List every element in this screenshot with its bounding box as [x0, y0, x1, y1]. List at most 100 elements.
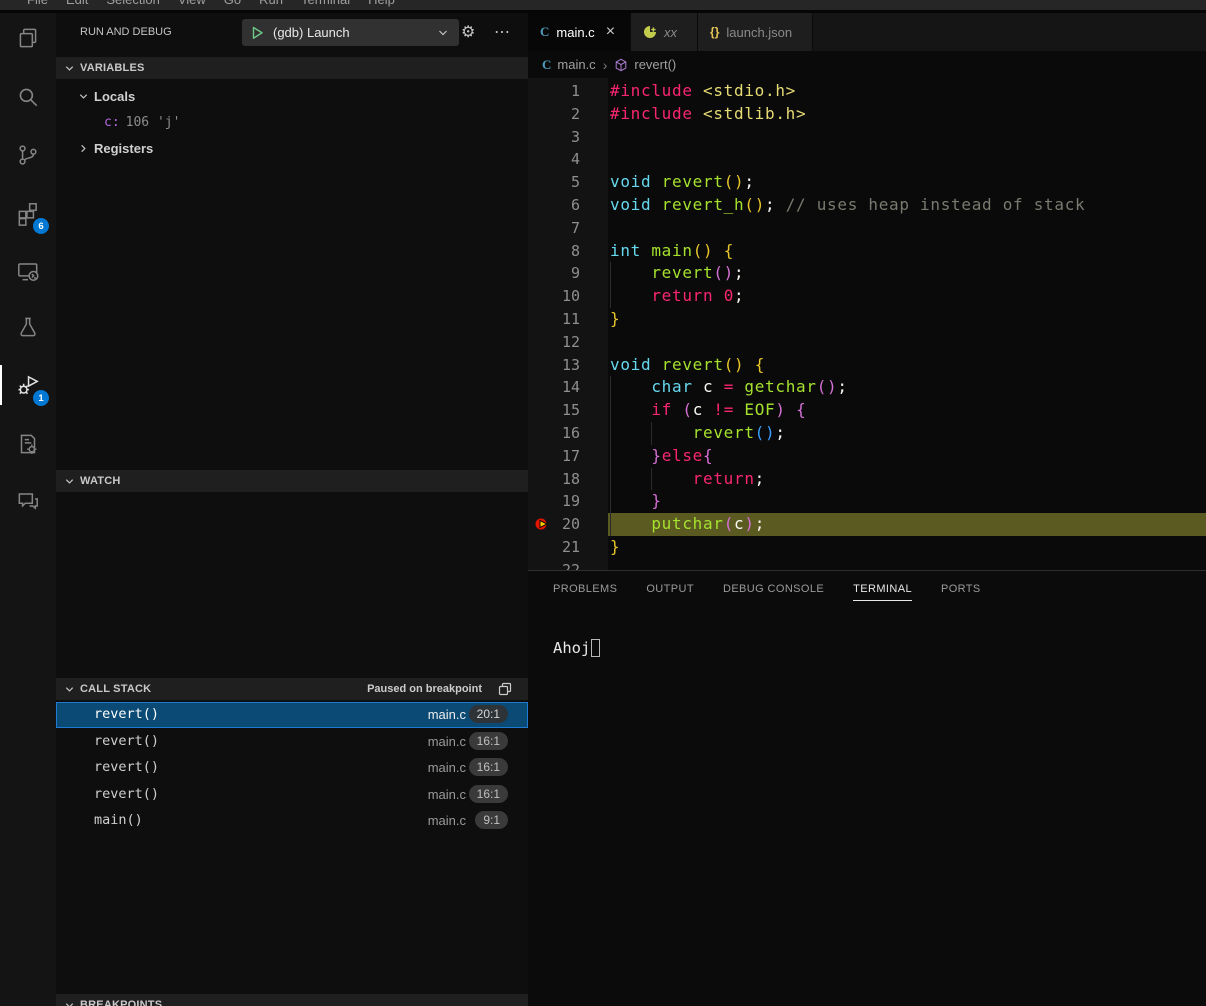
code-text: } — [610, 308, 620, 331]
gear-icon[interactable]: ⚙ — [461, 19, 475, 46]
line-number: 9 — [528, 262, 580, 285]
call-stack-frame[interactable]: revert()main.c16:1 — [56, 729, 528, 755]
code-line-17[interactable]: 17 }else{ — [528, 445, 1206, 468]
breadcrumb-file-label: main.c — [557, 57, 595, 72]
code-text: return 0; — [610, 285, 744, 308]
tab-xx[interactable]: xx — [631, 13, 698, 51]
panel-tab-problems[interactable]: PROBLEMS — [553, 583, 617, 601]
breadcrumb-symbol-label: revert() — [634, 57, 676, 72]
call-stack-section-header[interactable]: CALL STACK Paused on breakpoint — [56, 678, 528, 700]
code-line-21[interactable]: 21} — [528, 536, 1206, 559]
watch-section-header[interactable]: WATCH — [56, 470, 528, 492]
code-line-6[interactable]: 6void revert_h(); // uses heap instead o… — [528, 194, 1206, 217]
source-control-icon — [15, 142, 41, 168]
variable-row[interactable]: c: 106 'j' — [56, 109, 528, 135]
sidebar-item-remote-explorer[interactable] — [0, 247, 56, 295]
breadcrumb-separator: › — [603, 57, 608, 73]
code-line-5[interactable]: 5void revert(); — [528, 171, 1206, 194]
panel-tab-ports[interactable]: PORTS — [941, 583, 981, 601]
line-number: 21 — [528, 536, 580, 559]
code-line-18[interactable]: 18 return; — [528, 468, 1206, 491]
tab-main.c[interactable]: Cmain.c× — [528, 13, 631, 51]
tab-label: xx — [664, 25, 677, 40]
menu-file[interactable]: File — [18, 0, 57, 9]
code-line-19[interactable]: 19 } — [528, 490, 1206, 513]
call-stack-frame[interactable]: revert()main.c16:1 — [56, 755, 528, 781]
code-line-2[interactable]: 2#include <stdlib.h> — [528, 103, 1206, 126]
locals-tree-item[interactable]: Locals — [56, 83, 528, 109]
line-number: 2 — [528, 103, 580, 126]
more-actions-icon[interactable]: ⋯ — [494, 19, 510, 46]
panel-tab-terminal[interactable]: TERMINAL — [853, 583, 912, 601]
code-line-11[interactable]: 11} — [528, 308, 1206, 331]
menu-help[interactable]: Help — [359, 0, 404, 9]
menu-run[interactable]: Run — [250, 0, 292, 9]
sidebar-item-source-control[interactable] — [0, 131, 56, 179]
menu-edit[interactable]: Edit — [57, 0, 97, 9]
code-line-10[interactable]: 10 return 0; — [528, 285, 1206, 308]
line-number: 4 — [528, 148, 580, 171]
code-text: void revert_h(); // uses heap instead of… — [610, 194, 1085, 217]
call-stack-frame[interactable]: revert()main.c20:1 — [56, 702, 528, 728]
breakpoints-header-label: BREAKPOINTS — [80, 999, 162, 1006]
variables-section-header[interactable]: VARIABLES — [56, 57, 528, 79]
breadcrumb-symbol[interactable]: revert() — [614, 57, 676, 72]
launch-config-dropdown[interactable]: (gdb) Launch — [242, 19, 459, 46]
code-line-20[interactable]: 20 putchar(c); — [528, 513, 1206, 536]
code-text: return; — [610, 468, 765, 491]
code-line-14[interactable]: 14 char c = getchar(); — [528, 376, 1206, 399]
debug-badge: 1 — [33, 390, 49, 406]
menu-terminal[interactable]: Terminal — [292, 0, 359, 9]
tab-launch.json[interactable]: {}launch.json — [698, 13, 813, 51]
sidebar-item-run-and-debug[interactable]: 1 — [0, 361, 56, 409]
bottom-panel: PROBLEMS OUTPUT DEBUG CONSOLE TERMINAL PORTS… — [528, 570, 1206, 1006]
panel-tab-output[interactable]: OUTPUT — [646, 583, 694, 601]
sidebar-item-explorer[interactable] — [0, 14, 56, 62]
sidebar-item-build-tools[interactable] — [0, 420, 56, 468]
tab-label: launch.json — [726, 25, 792, 40]
menu-view[interactable]: View — [169, 0, 215, 9]
line-number: 22 — [528, 559, 580, 570]
breadcrumb-file[interactable]: C main.c — [542, 57, 596, 73]
restart-frame-icon[interactable] — [498, 682, 512, 696]
code-line-15[interactable]: 15 if (c != EOF) { — [528, 399, 1206, 422]
code-line-3[interactable]: 3 — [528, 126, 1206, 149]
code-editor[interactable]: 1#include <stdio.h>2#include <stdlib.h>3… — [528, 78, 1206, 570]
extensions-badge: 6 — [33, 218, 49, 234]
sidebar-item-search[interactable] — [0, 73, 56, 121]
frame-file: main.c — [428, 760, 466, 775]
terminal-output-line[interactable]: Ahoj — [553, 639, 600, 657]
panel-tab-debug-console[interactable]: DEBUG CONSOLE — [723, 583, 824, 601]
code-line-7[interactable]: 7 — [528, 217, 1206, 240]
frame-function: revert() — [94, 786, 159, 802]
line-number: 20 — [528, 513, 580, 536]
sidebar-item-comments[interactable] — [0, 476, 56, 524]
line-number: 11 — [528, 308, 580, 331]
code-line-16[interactable]: 16 revert(); — [528, 422, 1206, 445]
code-text: putchar(c); — [610, 513, 765, 536]
breadcrumb: C main.c › revert() — [528, 51, 1206, 78]
c-file-icon: C — [542, 57, 551, 73]
sidebar-item-extensions[interactable]: 6 — [0, 189, 56, 237]
line-number: 14 — [528, 376, 580, 399]
code-line-22[interactable]: 22 — [528, 559, 1206, 570]
code-line-9[interactable]: 9 revert(); — [528, 262, 1206, 285]
code-line-13[interactable]: 13void revert() { — [528, 354, 1206, 377]
menu-go[interactable]: Go — [215, 0, 250, 9]
code-line-8[interactable]: 8int main() { — [528, 240, 1206, 263]
menu-selection[interactable]: Selection — [97, 0, 168, 9]
sidebar-item-testing[interactable] — [0, 303, 56, 351]
breakpoints-section-header[interactable]: BREAKPOINTS — [56, 994, 528, 1006]
remote-explorer-icon — [15, 258, 41, 284]
search-icon — [15, 84, 41, 110]
registers-tree-item[interactable]: Registers — [56, 135, 528, 161]
code-line-1[interactable]: 1#include <stdio.h> — [528, 80, 1206, 103]
close-icon[interactable]: × — [603, 23, 618, 41]
call-stack-frame[interactable]: main()main.c9:1 — [56, 808, 528, 834]
terminal-cursor — [591, 639, 600, 657]
line-number: 16 — [528, 422, 580, 445]
code-line-4[interactable]: 4 — [528, 148, 1206, 171]
call-stack-frame[interactable]: revert()main.c16:1 — [56, 782, 528, 808]
code-text: void revert() { — [610, 354, 765, 377]
code-line-12[interactable]: 12 — [528, 331, 1206, 354]
